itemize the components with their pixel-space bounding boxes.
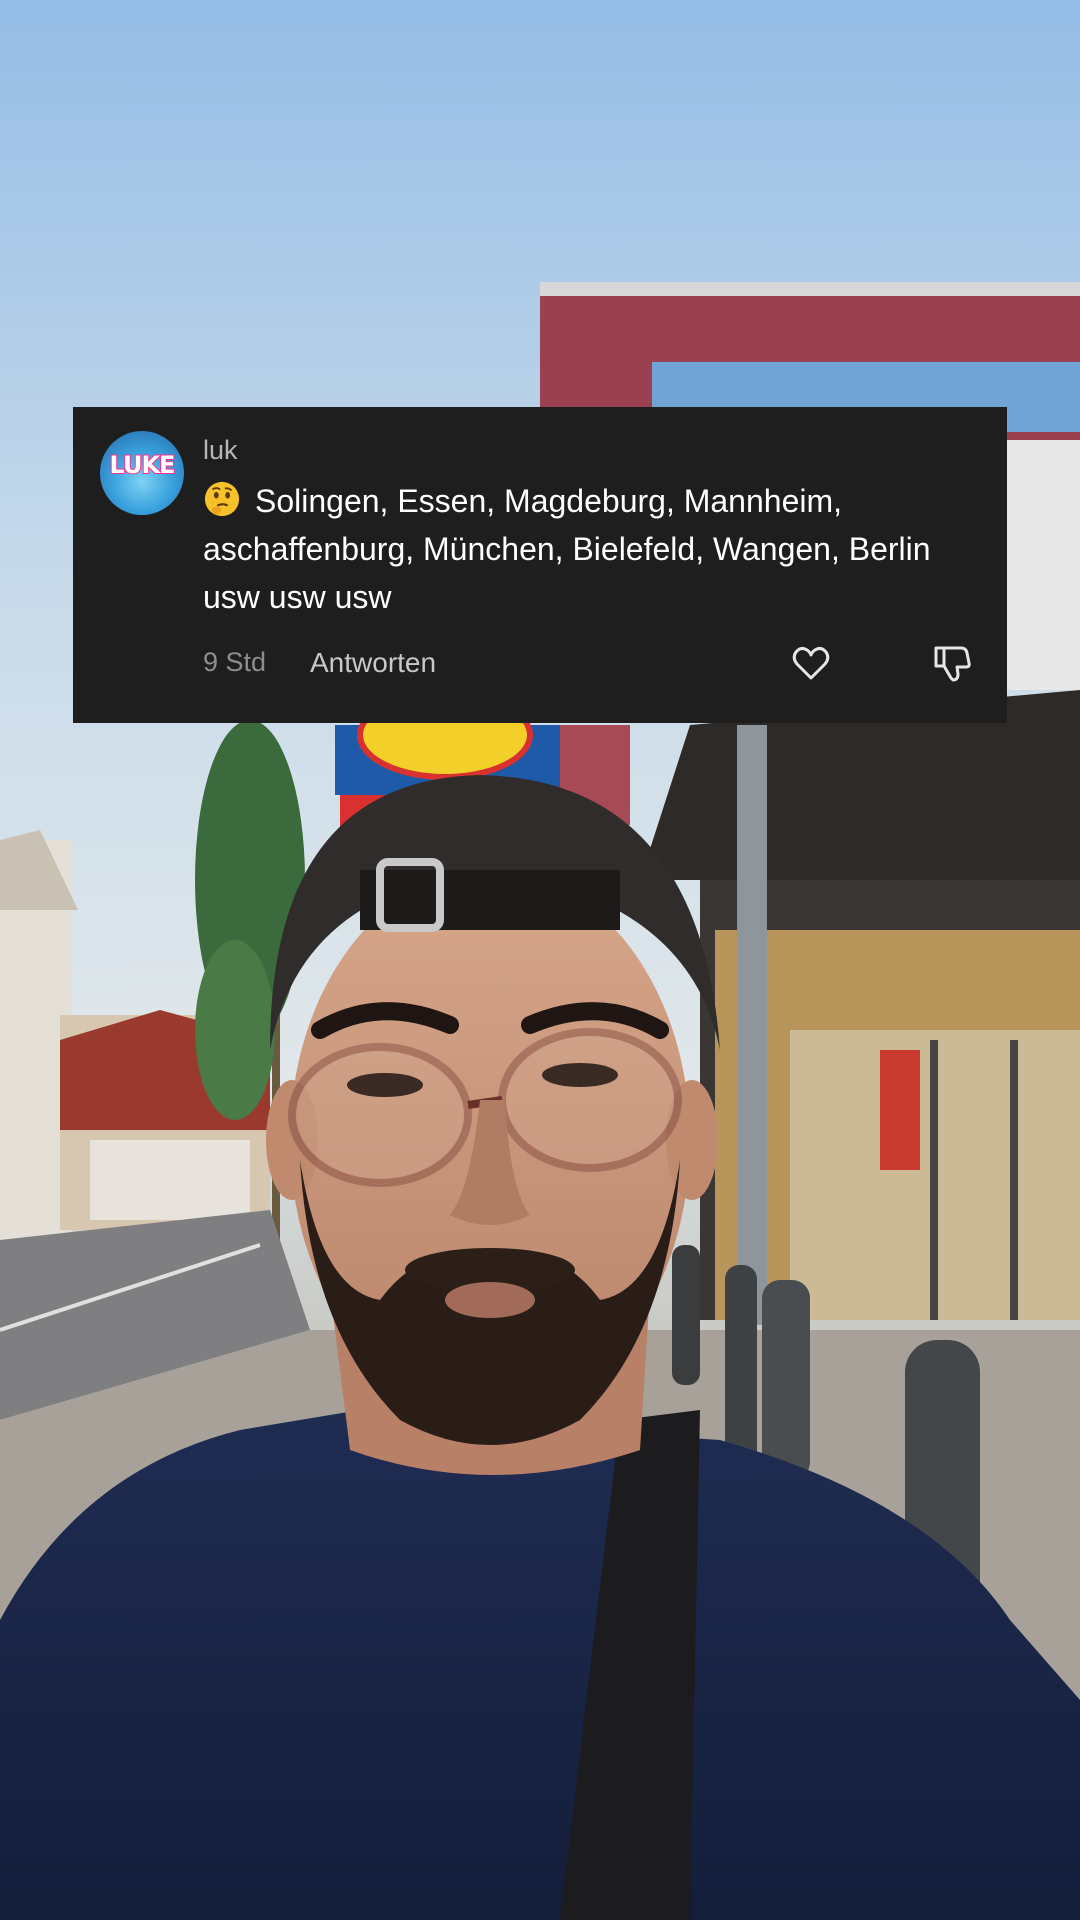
- thumbs-down-icon[interactable]: [930, 642, 972, 684]
- comment-card: LUKE luk Solingen, Essen, Magdeburg, Man…: [73, 407, 1007, 723]
- comment-timestamp: 9 Std: [203, 647, 267, 677]
- comment-username[interactable]: luk: [203, 435, 238, 466]
- reply-button[interactable]: Antworten: [310, 647, 436, 679]
- selfie-video-frame: [0, 0, 1080, 1920]
- avatar[interactable]: LUKE: [100, 431, 184, 515]
- comment-body: Solingen, Essen, Magdeburg, Mannheim, as…: [203, 477, 983, 621]
- thinking-face-icon: [204, 481, 240, 517]
- comment-text: Solingen, Essen, Magdeburg, Mannheim, as…: [203, 483, 931, 615]
- avatar-logo-text: LUKE: [109, 450, 177, 480]
- heart-icon[interactable]: [790, 642, 832, 684]
- video-background: [0, 0, 1080, 1920]
